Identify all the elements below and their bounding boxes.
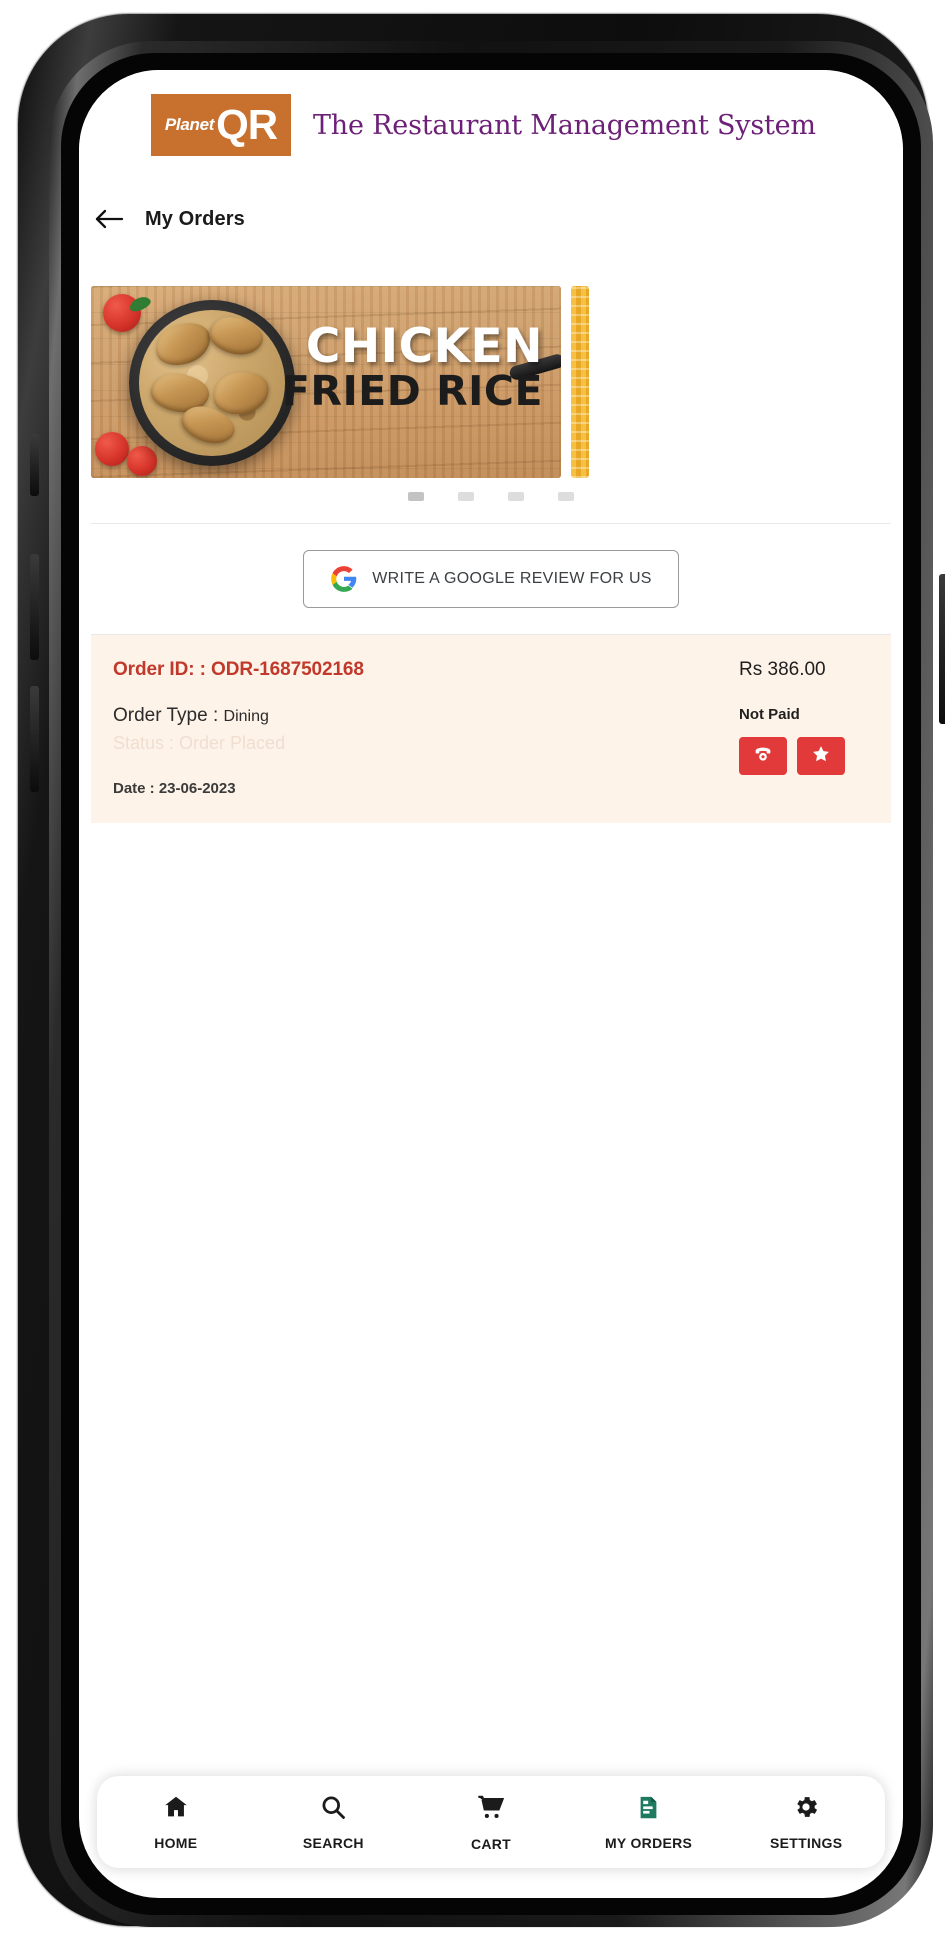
nav-label-search: SEARCH [302,1835,364,1851]
power-button[interactable] [939,574,945,724]
tomato-decoration [103,294,153,332]
order-actions [739,737,845,775]
call-button[interactable] [739,737,787,775]
nav-label-settings: SETTINGS [769,1835,843,1851]
page-title: My Orders [145,207,245,230]
order-status: Status : Order Placed [113,733,286,753]
review-button-label: WRITE A GOOGLE REVIEW FOR US [372,570,652,587]
nav-label-home: HOME [154,1835,198,1851]
review-section: WRITE A GOOGLE REVIEW FOR US [79,524,903,634]
order-id: Order ID: : ODR-1687502168 [113,659,364,681]
carousel-strip: CHICKEN FRIED RICE [91,286,891,478]
banner-text: CHICKEN FRIED RICE [281,319,543,416]
carousel-slide-next-peek[interactable] [571,286,589,478]
star-icon [811,744,831,769]
tomato-decoration [127,446,157,476]
carousel-dot[interactable] [408,492,424,501]
bottom-navigation: HOME SEARCH CART MY ORDERS SETTINGS [97,1776,885,1868]
order-amount: Rs 386.00 [739,659,826,680]
screenshot-root: Planet QR The Restaurant Management Syst… [0,0,945,1939]
volume-up-button[interactable] [30,554,39,660]
nav-item-cart[interactable]: CART [412,1793,570,1852]
page-header: My Orders [79,180,903,258]
planetqr-logo[interactable]: Planet QR [151,94,291,156]
arrow-left-icon[interactable] [93,202,127,236]
payment-status-badge: Not Paid [739,706,800,723]
mute-switch[interactable] [30,434,39,496]
volume-down-button[interactable] [30,686,39,792]
gear-icon [792,1793,820,1826]
nav-item-home[interactable]: HOME [97,1793,255,1851]
logo-planet-text: Planet [164,115,215,134]
order-details: Order ID: : ODR-1687502168 Order Type : … [113,659,364,797]
carousel-dots [79,492,903,501]
rate-button[interactable] [797,737,845,775]
order-id-label: Order ID: : [113,659,206,680]
carousel-dot[interactable] [508,492,524,501]
order-card[interactable]: Order ID: : ODR-1687502168 Order Type : … [91,635,891,823]
banner-title-line2: FRIED RICE [281,367,543,416]
carousel-dot[interactable] [558,492,574,501]
order-type-value: Dining [223,708,269,725]
carousel-dot[interactable] [458,492,474,501]
promo-carousel[interactable]: CHICKEN FRIED RICE [79,286,903,478]
logo-qr-text: QR [216,101,278,149]
order-id-value: ODR-1687502168 [211,659,364,680]
carousel-slide-chicken-fried-rice[interactable]: CHICKEN FRIED RICE [91,286,561,478]
order-summary: Rs 386.00 Not Paid [739,659,869,797]
phone-screen: Planet QR The Restaurant Management Syst… [79,70,903,1898]
tomato-decoration [95,432,129,466]
nav-label-cart: CART [470,1835,512,1852]
phone-frame: Planet QR The Restaurant Management Syst… [18,14,945,1927]
nav-item-search[interactable]: SEARCH [255,1793,413,1851]
order-date: Date : 23-06-2023 [113,780,236,797]
cart-icon [476,1793,505,1827]
frying-pan-image [129,300,295,466]
write-google-review-button[interactable]: WRITE A GOOGLE REVIEW FOR US [303,550,679,608]
phone-icon [752,743,774,770]
banner-title-line1: CHICKEN [305,319,543,374]
google-icon [330,565,358,593]
nav-item-my-orders[interactable]: MY ORDERS [570,1794,728,1851]
nav-item-settings[interactable]: SETTINGS [727,1793,885,1851]
order-type: Order Type : Dining [113,705,364,727]
orders-receipt-icon [635,1794,662,1826]
header-title: The Restaurant Management System [313,109,816,141]
nav-label-my-orders: MY ORDERS [604,1834,693,1851]
order-type-label: Order Type : [113,705,219,726]
home-icon [162,1793,190,1826]
search-icon [319,1793,347,1826]
app-header: Planet QR The Restaurant Management Syst… [79,70,903,180]
